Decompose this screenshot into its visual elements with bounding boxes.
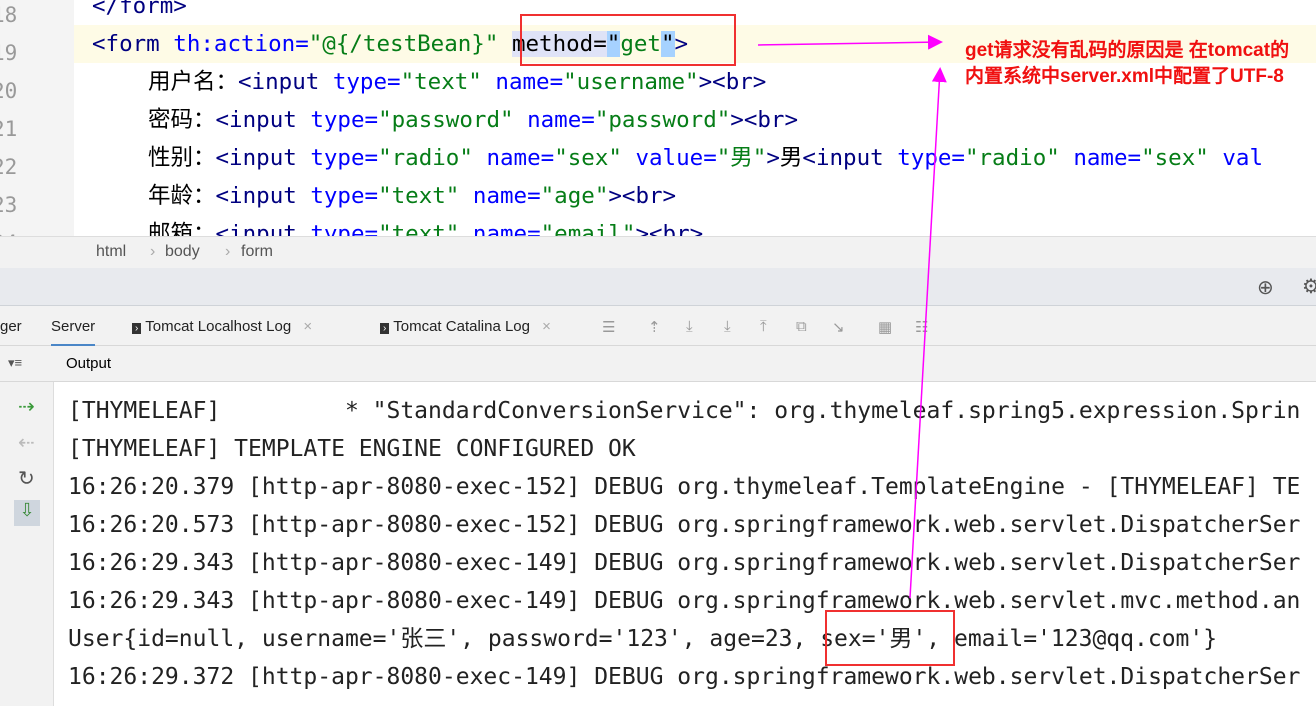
- arrow-up: [909, 67, 947, 599]
- arrow-right: [757, 34, 943, 50]
- annotation-arrows: [757, 34, 947, 599]
